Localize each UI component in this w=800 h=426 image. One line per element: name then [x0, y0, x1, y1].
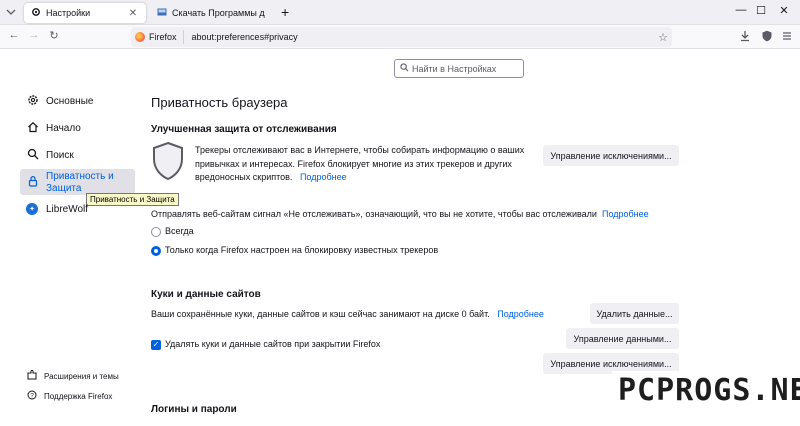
- dnt-row: Отправлять веб-сайтам сигнал «Не отслежи…: [151, 208, 751, 222]
- sidebar-item-label: Приватность и Защита: [46, 171, 114, 194]
- search-icon: [26, 148, 40, 163]
- site-icon: [157, 7, 167, 19]
- puzzle-icon: [26, 370, 38, 383]
- cookies-heading: Куки и данные сайтов: [151, 289, 261, 300]
- tab-download-programs[interactable]: Скачать Программы для ком: [150, 3, 272, 23]
- forward-arrow-icon[interactable]: →: [27, 29, 41, 41]
- home-icon: [26, 121, 40, 136]
- downloads-icon[interactable]: [738, 30, 752, 44]
- minimize-button[interactable]: —: [733, 4, 749, 16]
- tab-strip: Настройки ✕ Скачать Программы для ком + …: [0, 0, 800, 25]
- tab-title: Настройки: [46, 8, 91, 18]
- clear-data-button[interactable]: Удалить данные...: [590, 303, 679, 324]
- sidebar-item-search[interactable]: Поиск: [20, 147, 135, 163]
- reload-icon[interactable]: ↻: [47, 29, 61, 42]
- tab-title: Скачать Программы для ком: [172, 8, 265, 18]
- tracking-heading: Улучшенная защита от отслеживания: [151, 124, 337, 135]
- close-window-button[interactable]: ✕: [776, 4, 792, 17]
- tracking-learn-more-link[interactable]: Подробнее: [300, 172, 347, 182]
- cookies-usage-text: Ваши сохранённые куки, данные сайтов и к…: [151, 309, 490, 319]
- cookies-usage-row: Ваши сохранённые куки, данные сайтов и к…: [151, 308, 551, 322]
- tracking-shield-icon: [151, 141, 185, 184]
- url-text[interactable]: about:preferences#privacy: [184, 32, 654, 42]
- back-arrow-icon[interactable]: ←: [7, 29, 21, 41]
- sidebar-item-label: Поиск: [46, 149, 74, 161]
- maximize-button[interactable]: ☐: [753, 4, 769, 17]
- new-tab-button[interactable]: +: [281, 4, 289, 20]
- sidebar-item-label: LibreWolf: [46, 203, 89, 215]
- shield-icon[interactable]: [760, 30, 774, 44]
- search-input[interactable]: Найти в Настройках: [394, 59, 524, 78]
- gear-icon: [31, 7, 41, 19]
- url-bar[interactable]: Firefox about:preferences#privacy ☆: [131, 27, 672, 47]
- tracking-description-line: Трекеры отслеживают вас в Интернете, что…: [195, 145, 525, 155]
- nav-bar: ← → ↻ Firefox about:preferences#privacy …: [0, 25, 800, 49]
- sidebar-item-label: Основные: [46, 95, 94, 107]
- tab-settings[interactable]: Настройки ✕: [24, 3, 146, 23]
- sidebar-item-home[interactable]: Начало: [20, 120, 135, 136]
- sidebar-footer-support[interactable]: ? Поддержка Firefox: [26, 390, 112, 403]
- sidebar-footer-extensions[interactable]: Расширения и темы: [26, 370, 119, 383]
- sidebar-item-librewolf[interactable]: ✦ LibreWolf: [20, 201, 135, 217]
- librewolf-icon: ✦: [26, 203, 38, 215]
- sidebar-footer-label: Расширения и темы: [44, 372, 119, 381]
- manage-data-button[interactable]: Управление данными...: [566, 328, 679, 349]
- app-menu-icon[interactable]: [780, 30, 794, 44]
- tracking-description-line: привычках и интересах. Firefox блокирует…: [195, 158, 512, 169]
- search-icon: [400, 63, 409, 74]
- dnt-only-when-blocking-label[interactable]: Только когда Firefox настроен на блокиро…: [165, 244, 438, 258]
- tracking-description: Трекеры отслеживают вас в Интернете, что…: [195, 144, 535, 185]
- page-title: Приватность браузера: [151, 95, 288, 110]
- dnt-only-when-blocking-radio[interactable]: [151, 246, 161, 256]
- dnt-text: Отправлять веб-сайтам сигнал «Не отслежи…: [151, 209, 597, 219]
- tracking-description-tail: вредоносных скриптов.: [195, 172, 293, 182]
- tracking-description-line: вредоносных скриптов. Подробнее: [195, 171, 535, 185]
- sidebar-item-privacy[interactable]: Приватность и Защита: [20, 169, 135, 195]
- gear-icon: [26, 94, 40, 109]
- lock-icon: [26, 175, 40, 190]
- preferences-page: Найти в Настройках Основные Начало Поиск…: [0, 50, 800, 426]
- logins-heading: Логины и пароли: [151, 404, 237, 415]
- identity-box[interactable]: Firefox: [131, 30, 184, 44]
- dnt-learn-more-link[interactable]: Подробнее: [602, 209, 649, 219]
- delete-cookies-on-close-label[interactable]: Удалять куки и данные сайтов при закрыти…: [165, 338, 380, 352]
- dnt-always-label[interactable]: Всегда: [165, 225, 194, 239]
- firefox-logo-icon: [135, 32, 145, 42]
- svg-text:?: ?: [30, 393, 34, 400]
- sidebar-footer-label: Поддержка Firefox: [44, 392, 113, 401]
- help-icon: ?: [26, 390, 38, 403]
- watermark: PCPROGS.NET: [612, 371, 800, 410]
- sidebar-item-general[interactable]: Основные: [20, 93, 135, 109]
- identity-label: Firefox: [149, 32, 177, 42]
- dnt-always-radio[interactable]: [151, 227, 161, 237]
- cookies-learn-more-link[interactable]: Подробнее: [497, 309, 544, 319]
- tracking-exceptions-button[interactable]: Управление исключениями...: [543, 145, 679, 166]
- sidebar-item-label: Начало: [46, 122, 81, 134]
- bookmark-star-icon[interactable]: ☆: [654, 31, 672, 44]
- close-tab-icon[interactable]: ✕: [127, 8, 139, 19]
- delete-cookies-on-close-checkbox[interactable]: ✓: [151, 340, 161, 350]
- search-placeholder: Найти в Настройках: [412, 63, 497, 74]
- list-all-tabs-icon[interactable]: [6, 7, 16, 17]
